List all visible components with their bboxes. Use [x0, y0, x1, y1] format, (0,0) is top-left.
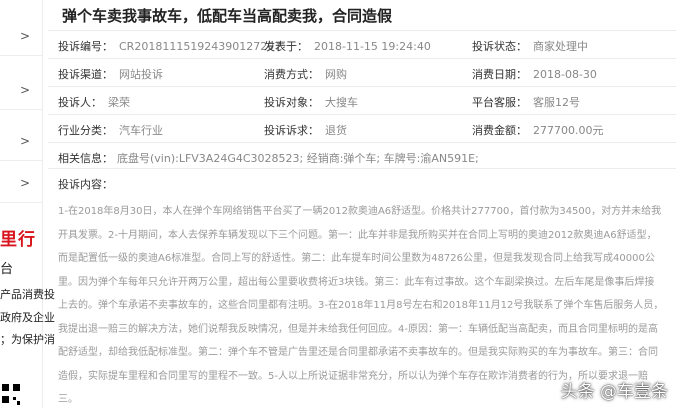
sidebar-item-4[interactable]: >: [0, 166, 42, 203]
content-label: 投诉内容：: [58, 178, 113, 191]
sidebar-text-2: 产品消费投: [0, 288, 55, 301]
row-divider: [48, 168, 676, 169]
row-divider: [48, 142, 676, 143]
field-complainant: 投诉人： 梁荣: [58, 96, 130, 109]
qr-code-icon: [0, 382, 22, 408]
sidebar-text-4: ；为保护消: [0, 333, 55, 346]
field-industry: 行业分类： 汽车行业: [58, 124, 163, 137]
left-sidebar: > > > > 里行 台 产品消费投 政府及企业 ；为保护消: [0, 0, 55, 408]
related-info: 相关信息： 底盘号(vin):LFV3A24G4C3028523; 经销商:弹个车…: [58, 152, 479, 165]
row-divider: [48, 114, 676, 115]
chevron-right-icon: >: [19, 83, 30, 97]
field-service-agent: 平台客服： 客服12号: [472, 96, 580, 109]
sidebar-brand-text: 里行: [0, 230, 36, 250]
sidebar-item-2[interactable]: >: [0, 73, 42, 110]
watermark-text: 头条 @车壹条: [560, 382, 668, 402]
field-amount: 消费金额： 277700.00元: [472, 124, 604, 137]
sidebar-item-1[interactable]: >: [0, 19, 42, 56]
sidebar-text-3: 政府及企业: [0, 311, 55, 324]
field-demand: 投诉诉求： 退货: [264, 124, 347, 137]
field-status: 投诉状态： 商家处理中: [472, 40, 588, 53]
field-purchase-date: 消费日期： 2018-08-30: [472, 68, 597, 81]
field-complaint-id: 投诉编号： CR20181115192439012729​7: [58, 40, 282, 53]
row-divider: [48, 58, 676, 59]
chevron-right-icon: >: [19, 29, 30, 43]
row-divider: [48, 86, 676, 87]
title-divider: [48, 30, 676, 31]
complaint-title: 弹个车卖我事故车，低配车当高配卖我，合同造假: [62, 7, 393, 25]
chevron-right-icon: >: [19, 134, 30, 148]
chevron-right-icon: >: [19, 176, 30, 190]
field-purchase-method: 消费方式： 网购: [264, 68, 347, 81]
field-channel: 投诉渠道： 网站投诉: [58, 68, 163, 81]
field-target: 投诉对象： 大搜车: [264, 96, 358, 109]
sidebar-text-1: 台: [0, 262, 14, 277]
sidebar-item-3[interactable]: >: [0, 124, 42, 161]
field-published-at: 发表于： 2018-11-15 19:24:40: [264, 40, 431, 53]
